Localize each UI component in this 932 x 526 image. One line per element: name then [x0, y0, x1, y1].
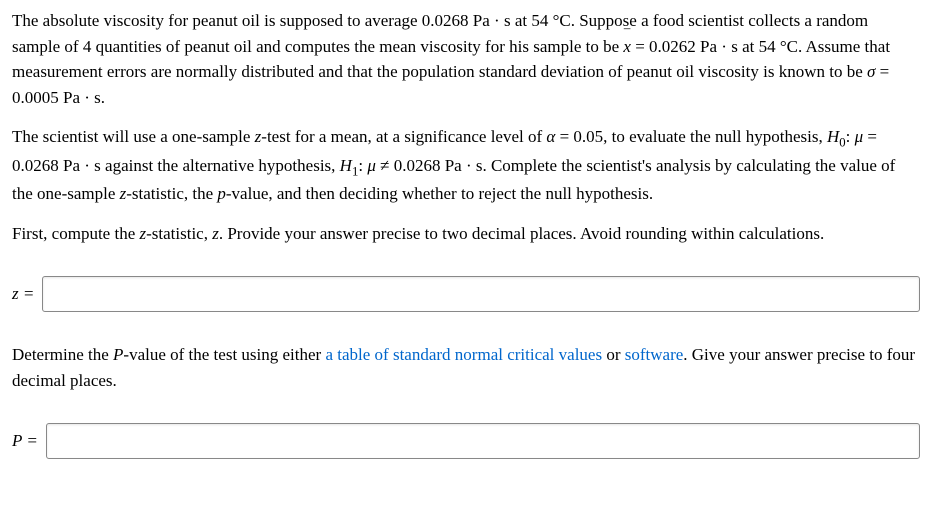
p-value-symbol: P [113, 345, 123, 364]
z-input-label: z = [12, 281, 34, 307]
problem-paragraph-1: The absolute viscosity for peanut oil is… [12, 8, 920, 110]
problem-paragraph-3: First, compute the z-statistic, z. Provi… [12, 221, 920, 247]
h1-symbol: H [340, 156, 352, 175]
z-symbol: z [212, 224, 219, 243]
p-symbol: p [217, 184, 226, 203]
text: : [846, 127, 855, 146]
alpha-symbol: α [546, 127, 555, 146]
text: or [602, 345, 625, 364]
text: = 0.05, to evaluate the null hypothesis, [555, 127, 827, 146]
p-value-input[interactable] [46, 423, 920, 459]
problem-paragraph-2: The scientist will use a one-sample z-te… [12, 124, 920, 207]
problem-paragraph-4: Determine the P-value of the test using … [12, 342, 920, 393]
p-input-label: P = [12, 428, 38, 454]
text: The scientist will use a one-sample [12, 127, 255, 146]
text: -statistic, the [126, 184, 217, 203]
normal-table-link[interactable]: a table of standard normal critical valu… [325, 345, 602, 364]
text: -statistic, [146, 224, 212, 243]
text: . Provide your answer precise to two dec… [219, 224, 824, 243]
mu-symbol: μ [855, 127, 864, 146]
text: -value, and then deciding whether to rej… [226, 184, 653, 203]
text: -test for a mean, at a significance leve… [261, 127, 546, 146]
h0-symbol: H [827, 127, 839, 146]
z-statistic-input[interactable] [42, 276, 920, 312]
text: First, compute the [12, 224, 139, 243]
z-input-row: z = [12, 276, 920, 312]
software-link[interactable]: software [625, 345, 684, 364]
x-bar-symbol: x [623, 34, 631, 60]
text: Determine the [12, 345, 113, 364]
p-input-row: P = [12, 423, 920, 459]
mu-symbol: μ [367, 156, 376, 175]
text: -value of the test using either [123, 345, 325, 364]
text: : [358, 156, 367, 175]
